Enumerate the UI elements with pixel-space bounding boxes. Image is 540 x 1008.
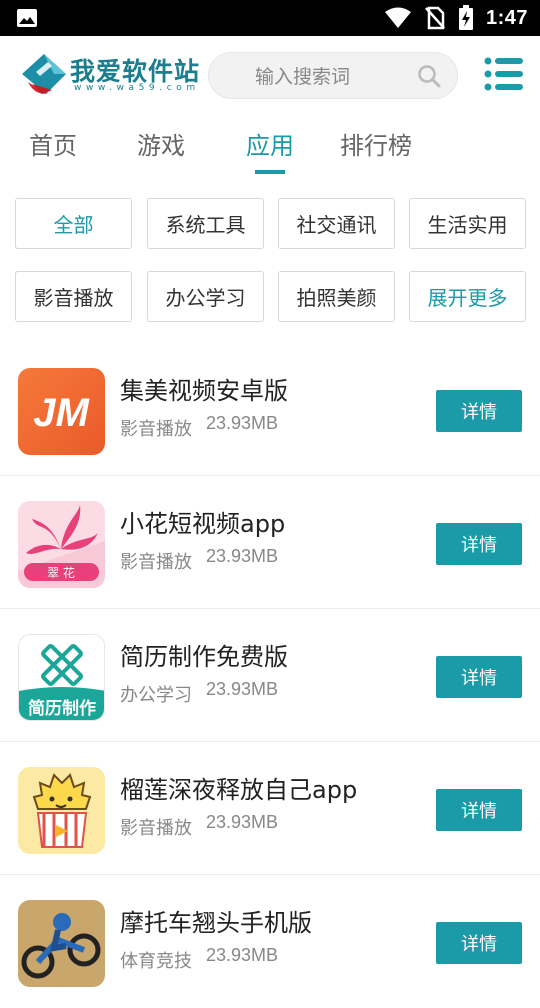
filter-social[interactable]: 社交通讯 <box>278 198 395 249</box>
app-name[interactable]: 集美视频安卓版 <box>120 371 288 406</box>
tab-home[interactable]: 首页 <box>29 126 77 161</box>
details-button[interactable]: 详情 <box>436 390 522 432</box>
list-item[interactable]: 翠 花 小花短视频app 影音播放 23.93MB 详情 <box>0 476 540 609</box>
filter-photo[interactable]: 拍照美颜 <box>278 271 395 322</box>
filter-system-tools[interactable]: 系统工具 <box>147 198 264 249</box>
filter-expand-more[interactable]: 展开更多 <box>409 271 526 322</box>
status-bar: 1:47 <box>0 0 540 36</box>
app-name[interactable]: 榴莲深夜释放自己app <box>120 770 357 805</box>
app-size: 23.93MB <box>206 546 279 566</box>
tab-rankings[interactable]: 排行榜 <box>340 126 412 161</box>
app-icon-motorbike[interactable] <box>18 900 105 987</box>
list-item[interactable]: JM 集美视频安卓版 影音播放 23.93MB 详情 <box>0 343 540 476</box>
list-item[interactable]: 简历制作 简历制作免费版 办公学习 23.93MB 详情 <box>0 609 540 742</box>
app-size: 23.93MB <box>206 945 279 965</box>
list-item[interactable]: 摩托车翘头手机版 体育竞技 23.93MB 详情 <box>0 875 540 1008</box>
search-icon[interactable] <box>417 64 441 88</box>
tab-games[interactable]: 游戏 <box>137 126 185 161</box>
category-tabs: 首页 游戏 应用 排行榜 <box>0 118 540 178</box>
tab-apps[interactable]: 应用 <box>246 126 294 161</box>
app-size: 23.93MB <box>206 413 279 433</box>
app-icon-jm[interactable]: JM <box>18 368 105 455</box>
app-icon-resume[interactable]: 简历制作 <box>18 634 105 721</box>
app-name[interactable]: 小花短视频app <box>120 504 285 539</box>
app-icon-text: 翠 花 <box>47 565 75 580</box>
app-name[interactable]: 摩托车翘头手机版 <box>120 903 312 938</box>
details-button[interactable]: 详情 <box>436 656 522 698</box>
search-placeholder: 输入搜索词 <box>255 66 351 88</box>
list-item[interactable]: 榴莲深夜释放自己app 影音播放 23.93MB 详情 <box>0 742 540 875</box>
app-category: 办公学习 <box>120 685 192 706</box>
site-logo[interactable]: 我爱软件站 www.wa59.com <box>18 50 199 100</box>
app-icon-durian[interactable] <box>18 767 105 854</box>
filter-office[interactable]: 办公学习 <box>147 271 264 322</box>
app-category: 影音播放 <box>120 552 192 573</box>
search-input[interactable]: 输入搜索词 <box>208 52 458 99</box>
logo-diamond-icon <box>22 54 66 94</box>
app-icon-text: JM <box>33 391 90 435</box>
active-tab-indicator <box>255 170 285 174</box>
filter-media[interactable]: 影音播放 <box>15 271 132 322</box>
filter-life[interactable]: 生活实用 <box>409 198 526 249</box>
logo-url: www.wa59.com <box>74 83 200 93</box>
app-icon-text: 简历制作 <box>28 698 96 719</box>
filter-all[interactable]: 全部 <box>15 198 132 249</box>
app-icon-flower[interactable]: 翠 花 <box>18 501 105 588</box>
details-button[interactable]: 详情 <box>436 922 522 964</box>
header: 我爱软件站 www.wa59.com 输入搜索词 <box>0 36 540 114</box>
battery-charging-icon <box>458 5 473 30</box>
app-category: 体育竞技 <box>120 951 192 972</box>
app-size: 23.93MB <box>206 679 279 699</box>
details-button[interactable]: 详情 <box>436 789 522 831</box>
app-name[interactable]: 简历制作免费版 <box>120 637 288 672</box>
app-category: 影音播放 <box>120 419 192 440</box>
status-time: 1:47 <box>485 6 528 29</box>
app-category: 影音播放 <box>120 818 192 839</box>
no-sim-icon <box>425 6 445 30</box>
details-button[interactable]: 详情 <box>436 523 522 565</box>
picture-icon <box>17 9 37 27</box>
app-size: 23.93MB <box>206 812 279 832</box>
wifi-icon <box>384 7 411 28</box>
menu-list-icon[interactable] <box>484 56 524 92</box>
